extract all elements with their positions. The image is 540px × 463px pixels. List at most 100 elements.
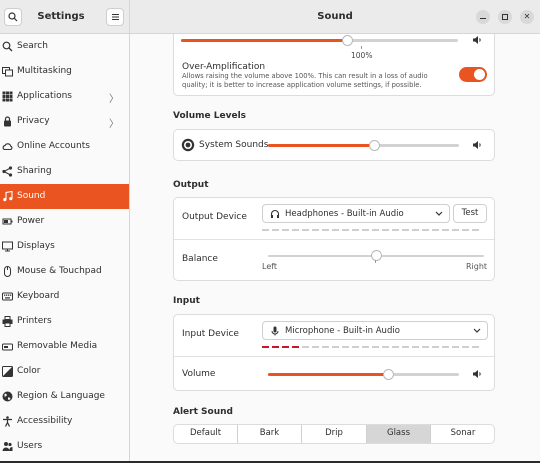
- system-sounds-slider[interactable]: [268, 144, 459, 147]
- output-device-dropdown[interactable]: Headphones - Built-in Audio: [262, 204, 450, 223]
- output-volume-knob[interactable]: [342, 35, 354, 46]
- sidebar-item-applications[interactable]: Applications 〉: [0, 84, 129, 109]
- sidebar-item-users[interactable]: Users: [0, 434, 129, 459]
- alert-option-bark[interactable]: Bark: [238, 425, 302, 443]
- level-meter-segment: [342, 346, 349, 348]
- level-meter-segment: [432, 229, 439, 231]
- sidebar-item-label: Sound: [17, 191, 46, 201]
- accessibility-icon: [3, 416, 12, 427]
- sidebar-item-power[interactable]: Power: [0, 209, 129, 234]
- balance-right-label: Right: [466, 262, 488, 271]
- speaker-icon: [473, 141, 481, 149]
- level-meter-segment: [472, 346, 479, 348]
- input-device-dropdown[interactable]: Microphone - Built-in Audio: [262, 321, 488, 340]
- level-meter-segment: [302, 346, 309, 348]
- input-device-label: Input Device: [182, 329, 239, 339]
- sidebar-item-privacy[interactable]: Privacy 〉: [0, 109, 129, 134]
- removable-media-icon: [2, 343, 13, 351]
- test-button[interactable]: Test: [453, 204, 487, 223]
- sidebar-item-search[interactable]: Search: [0, 34, 129, 59]
- alert-option-default[interactable]: Default: [174, 425, 238, 443]
- input-card: Input Device Microphone - Built-in Audio…: [173, 314, 495, 391]
- level-meter-segment: [352, 229, 359, 231]
- chevron-down-icon: [435, 211, 443, 216]
- alert-option-sonar[interactable]: Sonar: [431, 425, 494, 443]
- sidebar-item-label: Search: [17, 41, 48, 51]
- sidebar-item-label: Users: [17, 441, 43, 451]
- input-volume-slider[interactable]: [268, 373, 459, 376]
- output-device-value: Headphones - Built-in Audio: [285, 209, 404, 219]
- input-title: Input: [173, 296, 200, 306]
- sidebar-item-accessibility[interactable]: Accessibility: [0, 409, 129, 434]
- input-volume-fill: [268, 373, 389, 376]
- balance-knob[interactable]: [371, 250, 382, 261]
- level-meter-segment: [452, 346, 459, 348]
- sidebar-item-label: Displays: [17, 241, 55, 251]
- output-volume-slider[interactable]: [181, 39, 458, 42]
- level-meter-segment: [432, 346, 439, 348]
- level-meter-segment: [462, 346, 469, 348]
- cloud-icon: [2, 143, 13, 151]
- system-sounds-knob[interactable]: [369, 140, 380, 151]
- sidebar-item-mouse-touchpad[interactable]: Mouse & Touchpad: [0, 259, 129, 284]
- sidebar-item-label: Multitasking: [17, 66, 72, 76]
- sidebar-item-online-accounts[interactable]: Online Accounts: [0, 134, 129, 159]
- system-sounds-fill: [268, 144, 374, 147]
- input-volume-knob[interactable]: [383, 369, 395, 380]
- sidebar-item-removable-media[interactable]: Removable Media: [0, 334, 129, 359]
- divider: [174, 356, 494, 357]
- sidebar-item-label: Accessibility: [17, 416, 73, 426]
- sidebar-item-label: Sharing: [17, 166, 52, 176]
- level-meter-segment: [422, 346, 429, 348]
- sidebar-item-sound[interactable]: Sound: [0, 184, 129, 209]
- sidebar-item-keyboard[interactable]: Keyboard: [0, 284, 129, 309]
- menu-button[interactable]: [106, 8, 124, 26]
- maximize-icon: [502, 14, 508, 20]
- multitasking-icon: [2, 67, 13, 77]
- sidebar-item-region-language[interactable]: Region & Language: [0, 384, 129, 409]
- color-icon: [2, 366, 13, 377]
- sidebar-item-displays[interactable]: Displays: [0, 234, 129, 259]
- input-device-value: Microphone - Built-in Audio: [285, 326, 400, 336]
- balance-left-label: Left: [262, 262, 278, 271]
- sidebar-item-sharing[interactable]: Sharing: [0, 159, 129, 184]
- sidebar-item-multitasking[interactable]: Multitasking: [0, 59, 129, 84]
- level-meter-segment: [292, 229, 299, 231]
- level-meter-segment: [382, 229, 389, 231]
- headphones-icon: [270, 209, 280, 218]
- keyboard-icon: [2, 292, 13, 301]
- alert-option-glass[interactable]: Glass: [367, 425, 431, 443]
- sidebar-item-label: Printers: [17, 316, 52, 326]
- close-button[interactable]: ✕: [520, 10, 534, 24]
- sidebar-item-label: Privacy: [17, 116, 50, 126]
- level-meter-segment: [442, 346, 449, 348]
- volume-levels-title: Volume Levels: [173, 111, 247, 121]
- level-meter-segment: [262, 229, 269, 231]
- volume-levels-card: System Sounds: [173, 129, 495, 161]
- output-level-meter: [262, 229, 488, 231]
- music-note-icon: [3, 191, 13, 202]
- level-meter-segment: [312, 229, 319, 231]
- balance-label: Balance: [182, 254, 218, 264]
- sidebar-item-color[interactable]: Color: [0, 359, 129, 384]
- level-meter-segment: [282, 229, 289, 231]
- level-meter-segment: [332, 346, 339, 348]
- share-icon: [2, 166, 13, 177]
- maximize-button[interactable]: [498, 10, 512, 24]
- level-meter-segment: [332, 229, 339, 231]
- sound-panel: 100% Over-Amplification Allows raising t…: [130, 34, 540, 461]
- level-meter-segment: [342, 229, 349, 231]
- over-amplification-toggle[interactable]: [459, 67, 487, 82]
- level-meter-segment: [452, 229, 459, 231]
- level-meter-segment: [402, 346, 409, 348]
- level-meter-segment: [362, 229, 369, 231]
- level-meter-segment: [292, 346, 299, 348]
- alert-option-drip[interactable]: Drip: [302, 425, 367, 443]
- level-meter-segment: [272, 229, 279, 231]
- level-meter-segment: [412, 229, 419, 231]
- sidebar-item-printers[interactable]: Printers: [0, 309, 129, 334]
- sidebar-item-label: Online Accounts: [17, 141, 90, 151]
- minimize-button[interactable]: [476, 10, 490, 24]
- sidebar-item-label: Applications: [17, 91, 72, 101]
- level-meter-segment: [272, 346, 279, 348]
